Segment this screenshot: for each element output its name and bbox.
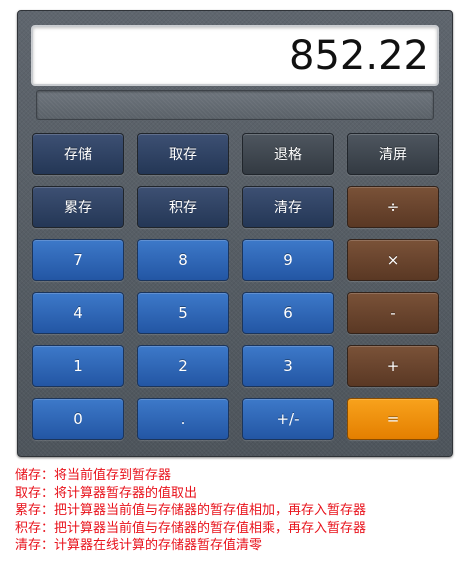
subtract-button[interactable]: - — [347, 292, 439, 334]
memory-recall-button[interactable]: 取存 — [137, 133, 229, 175]
digit-8-button[interactable]: 8 — [137, 239, 229, 281]
digit-6-label: 6 — [283, 304, 293, 322]
clear-screen-button[interactable]: 清屏 — [347, 133, 439, 175]
memory-multiply-button[interactable]: 积存 — [137, 186, 229, 228]
decimal-point-label: . — [180, 410, 186, 428]
digit-4-button[interactable]: 4 — [32, 292, 124, 334]
memory-recall-label: 取存 — [169, 147, 197, 163]
divide-button[interactable]: ÷ — [347, 186, 439, 228]
display-value: 852.22 — [289, 33, 429, 79]
digit-2-button[interactable]: 2 — [137, 345, 229, 387]
digit-4-label: 4 — [73, 304, 83, 322]
note-memory-clear: 清存：计算器在线计算的存储器暂存值清零 — [15, 538, 263, 554]
clear-screen-label: 清屏 — [379, 147, 407, 163]
digit-0-button[interactable]: 0 — [32, 398, 124, 440]
memory-add-label: 累存 — [64, 200, 92, 216]
backspace-button[interactable]: 退格 — [242, 133, 334, 175]
add-label: + — [386, 357, 400, 375]
digit-3-button[interactable]: 3 — [242, 345, 334, 387]
digit-7-label: 7 — [73, 251, 83, 269]
backspace-label: 退格 — [274, 147, 302, 163]
memory-clear-label: 清存 — [274, 200, 302, 216]
digit-1-button[interactable]: 1 — [32, 345, 124, 387]
note-memory-add: 累存：把计算器当前值与存储器的暂存值相加，再存入暂存器 — [15, 503, 367, 519]
multiply-button[interactable]: × — [347, 239, 439, 281]
subtract-label: - — [390, 304, 396, 322]
display-secondary-strip — [36, 90, 434, 120]
calculator-panel: 852.22 存储 取存 退格 清屏 累存 积存 清存 ÷ 7 8 9 × 4 … — [17, 10, 453, 457]
memory-store-label: 存储 — [64, 147, 92, 163]
digit-8-label: 8 — [178, 251, 188, 269]
digit-1-label: 1 — [73, 357, 83, 375]
add-button[interactable]: + — [347, 345, 439, 387]
multiply-label: × — [386, 251, 400, 269]
digit-9-button[interactable]: 9 — [242, 239, 334, 281]
help-notes: 储存：将当前值存到暂存器 取存：将计算器暂存器的值取出 累存：把计算器当前值与存… — [15, 467, 366, 555]
toggle-sign-button[interactable]: +/- — [242, 398, 334, 440]
divide-label: ÷ — [386, 198, 400, 216]
digit-5-button[interactable]: 5 — [137, 292, 229, 334]
digit-7-button[interactable]: 7 — [32, 239, 124, 281]
toggle-sign-label: +/- — [276, 410, 300, 428]
memory-add-button[interactable]: 累存 — [32, 186, 124, 228]
digit-3-label: 3 — [283, 357, 293, 375]
memory-clear-button[interactable]: 清存 — [242, 186, 334, 228]
digit-6-button[interactable]: 6 — [242, 292, 334, 334]
digit-0-label: 0 — [73, 410, 83, 428]
note-memory-multiply: 积存：把计算器当前值与存储器的暂存值相乘，再存入暂存器 — [15, 520, 367, 536]
note-memory-store: 储存：将当前值存到暂存器 — [15, 468, 172, 483]
note-memory-recall: 取存：将计算器暂存器的值取出 — [15, 485, 198, 501]
equals-label: = — [386, 410, 400, 428]
calculator-display: 852.22 — [31, 25, 439, 86]
digit-9-label: 9 — [283, 251, 293, 269]
memory-store-button[interactable]: 存储 — [32, 133, 124, 175]
memory-multiply-label: 积存 — [169, 200, 197, 216]
digit-5-label: 5 — [178, 304, 188, 322]
decimal-point-button[interactable]: . — [137, 398, 229, 440]
digit-2-label: 2 — [178, 357, 188, 375]
equals-button[interactable]: = — [347, 398, 439, 440]
